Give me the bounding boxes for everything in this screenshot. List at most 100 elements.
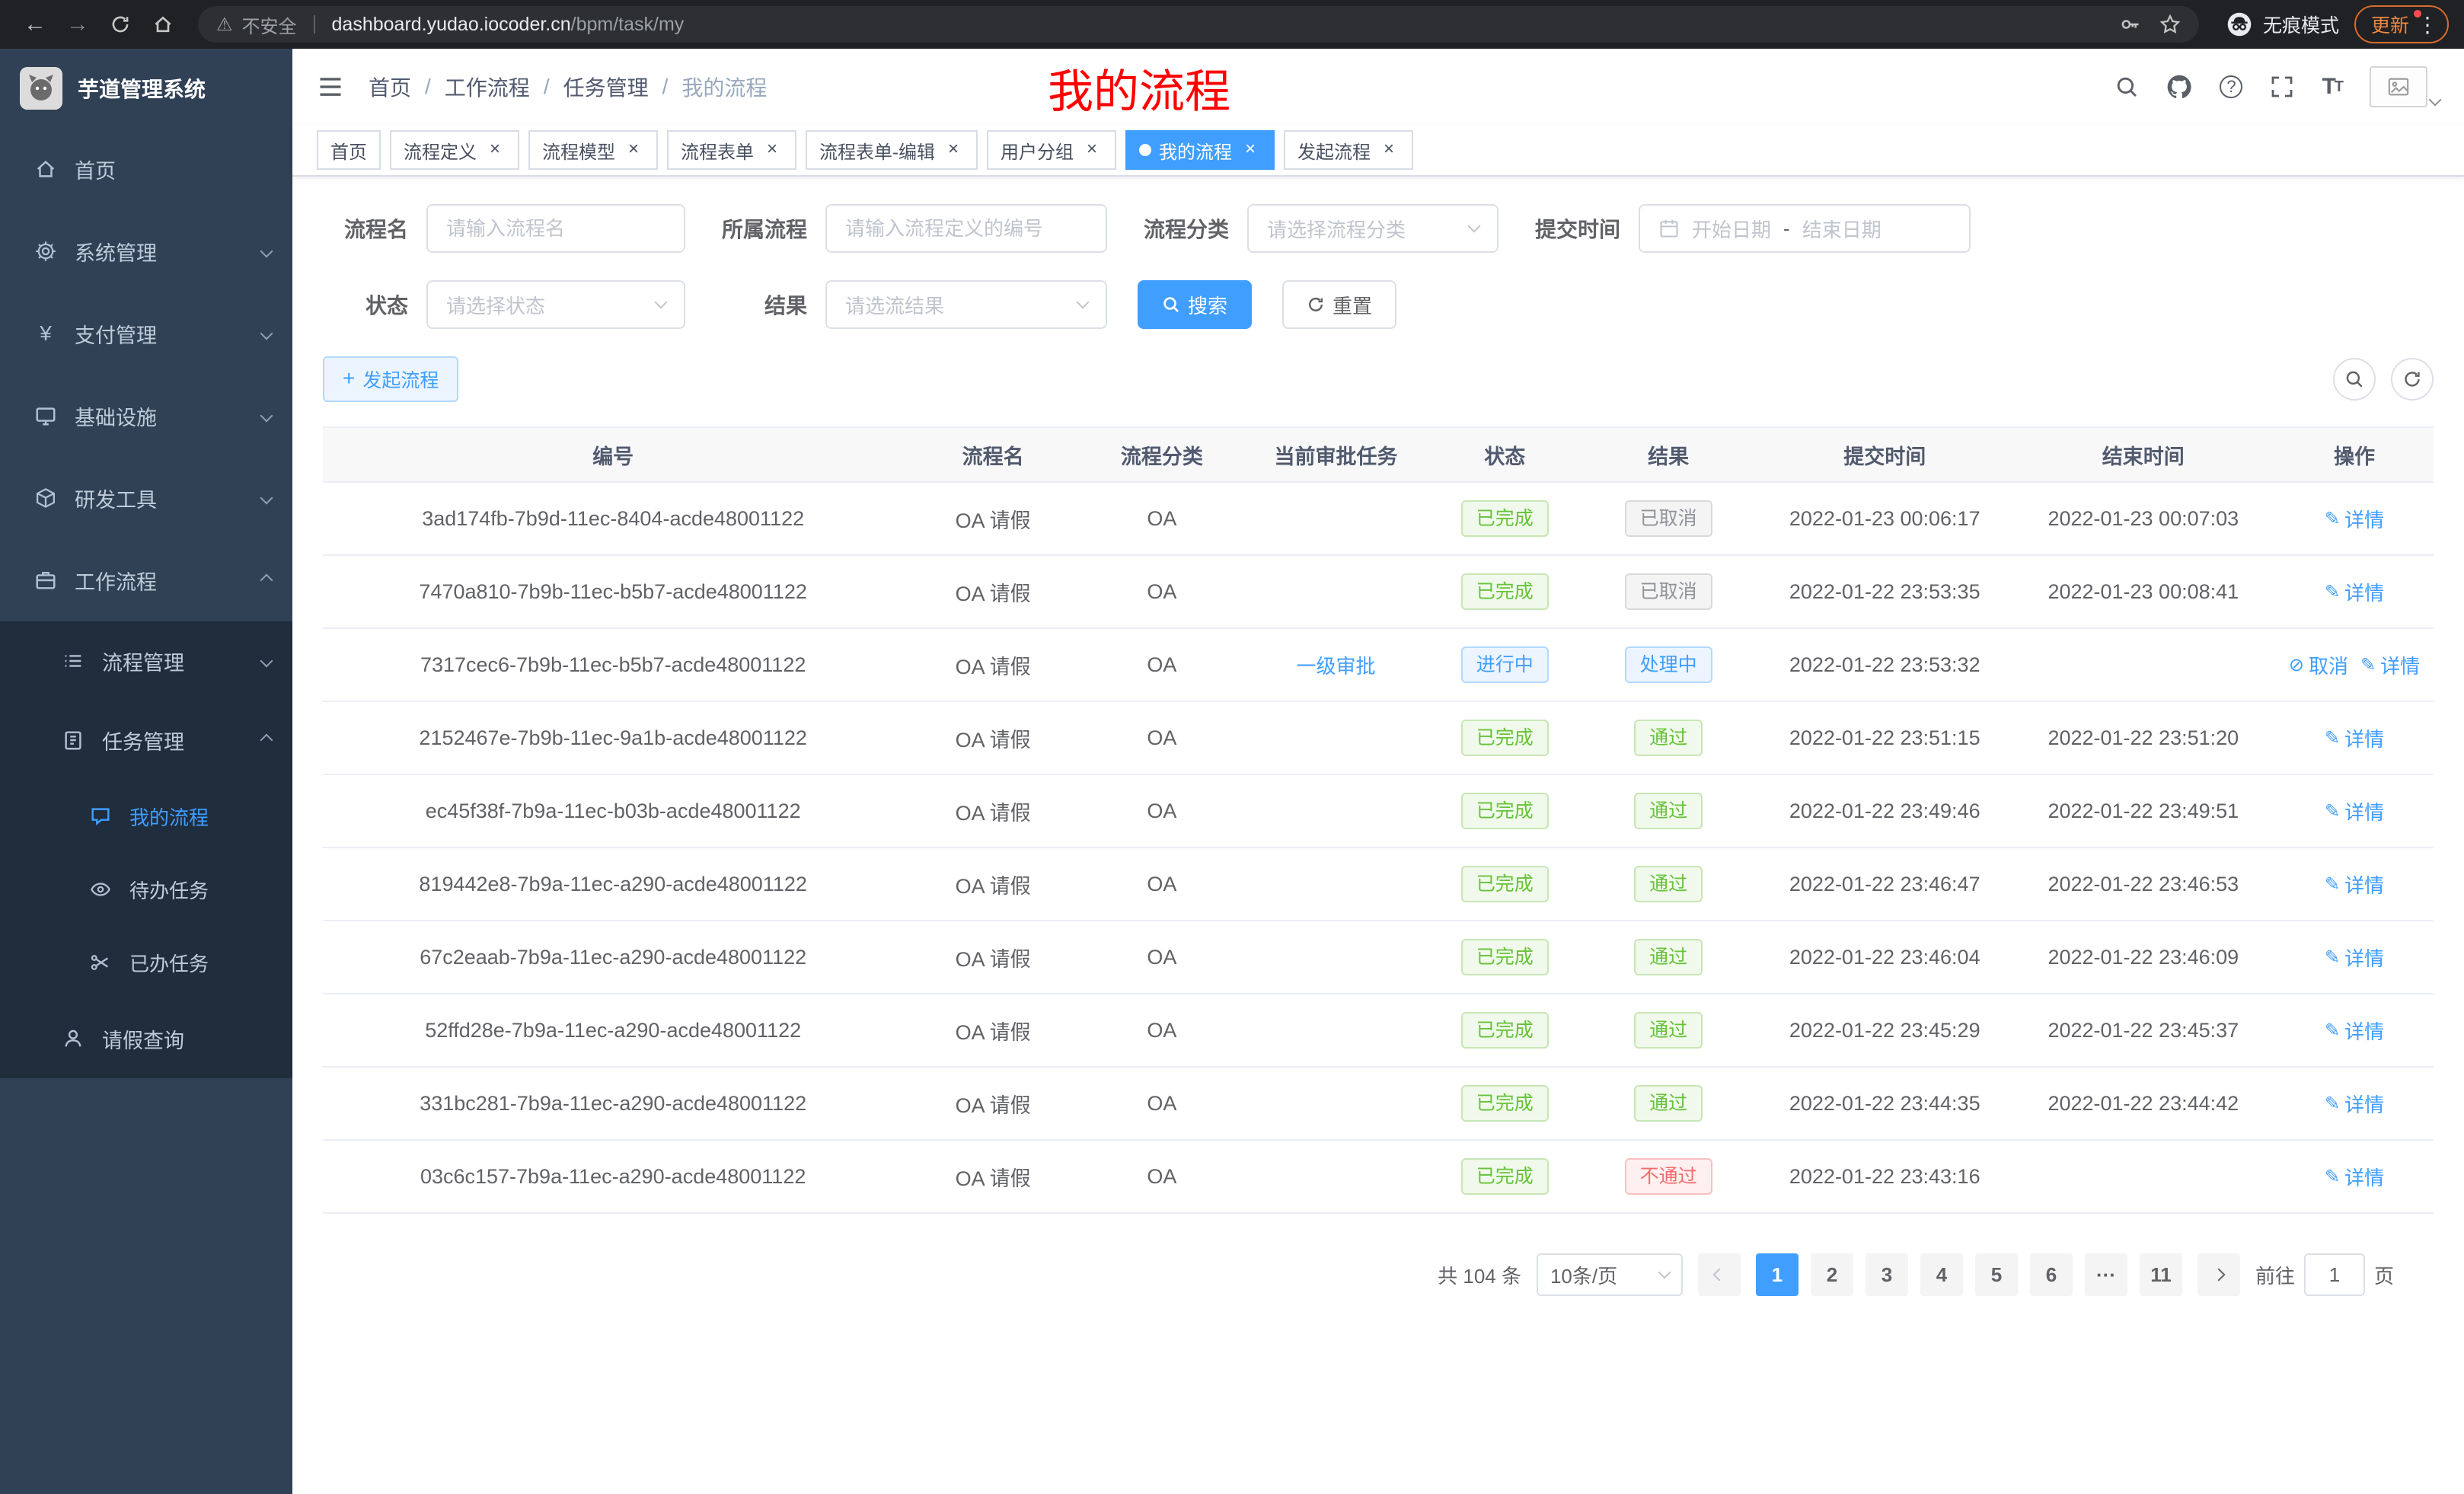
prev-page-button[interactable]: [1698, 1253, 1741, 1296]
fullscreen-icon[interactable]: [2270, 75, 2294, 99]
app-logo[interactable]: 芋道管理系统: [0, 49, 292, 128]
result-select[interactable]: 请选流结果: [825, 280, 1107, 329]
refresh-icon[interactable]: [2391, 358, 2434, 401]
result-tag: 已取消: [1625, 500, 1712, 537]
reset-button[interactable]: 重置: [1282, 280, 1396, 329]
page-button-4[interactable]: 4: [1920, 1253, 1963, 1296]
breadcrumb-item[interactable]: 首页: [369, 72, 411, 102]
table-row[interactable]: 52ffd28e-7b9a-11ec-a290-acde48001122 OA …: [323, 994, 2434, 1067]
sidebar-item-process-mgmt[interactable]: 流程管理: [0, 621, 292, 701]
status-tag: 已完成: [1461, 720, 1549, 756]
sidebar-item-devtools[interactable]: 研发工具: [0, 457, 292, 539]
show-search-icon[interactable]: [2333, 358, 2376, 401]
tab[interactable]: 流程表单 ×: [667, 130, 796, 170]
close-icon[interactable]: ×: [761, 139, 783, 161]
breadcrumb-item[interactable]: 工作流程: [445, 72, 530, 102]
sidebar-item-task-mgmt[interactable]: 任务管理: [0, 701, 292, 780]
sidebar-item-workflow[interactable]: 工作流程: [0, 539, 292, 621]
page-button-1[interactable]: 1: [1756, 1253, 1799, 1296]
detail-link[interactable]: ✎详情: [2325, 870, 2384, 899]
detail-link[interactable]: ✎详情: [2325, 1090, 2384, 1118]
page-button-2[interactable]: 2: [1811, 1253, 1853, 1296]
table-row[interactable]: 03c6c157-7b9a-11ec-a290-acde48001122 OA …: [323, 1140, 2434, 1213]
sidebar-item-home[interactable]: 首页: [0, 128, 292, 210]
table-row[interactable]: 7317cec6-7b9b-11ec-b5b7-acde48001122 OA …: [323, 628, 2434, 701]
table-row[interactable]: ec45f38f-7b9a-11ec-b03b-acde48001122 OA …: [323, 774, 2434, 848]
goto-page-input[interactable]: [2304, 1253, 2365, 1296]
address-bar[interactable]: ⚠ 不安全 dashboard.yudao.iocoder.cn/bpm/tas…: [198, 6, 2199, 43]
avatar[interactable]: [2370, 64, 2440, 110]
process-name-input[interactable]: [426, 204, 685, 253]
close-icon[interactable]: ×: [1240, 139, 1261, 161]
table-row[interactable]: 331bc281-7b9a-11ec-a290-acde48001122 OA …: [323, 1067, 2434, 1140]
tab[interactable]: 发起流程 ×: [1284, 130, 1413, 170]
key-icon[interactable]: [2120, 14, 2141, 35]
next-page-button[interactable]: [2197, 1253, 2240, 1296]
start-process-button[interactable]: + 发起流程: [323, 356, 458, 402]
bookmark-star-icon[interactable]: [2159, 14, 2181, 35]
detail-link[interactable]: ✎详情: [2360, 651, 2420, 679]
detail-link[interactable]: ✎详情: [2325, 505, 2384, 533]
sidebar-item-infrastructure[interactable]: 基础设施: [0, 375, 292, 457]
home-icon[interactable]: [143, 5, 183, 44]
tab[interactable]: 用户分组 ×: [987, 130, 1116, 170]
detail-link[interactable]: ✎详情: [2325, 1163, 2384, 1191]
edit-icon: ✎: [2360, 654, 2376, 676]
parent-process-input[interactable]: [825, 204, 1107, 253]
sidebar-item-payment[interactable]: ¥ 支付管理: [0, 292, 292, 375]
page-button-3[interactable]: 3: [1866, 1253, 1908, 1296]
list-icon: [61, 650, 85, 672]
task-link[interactable]: 一级审批: [1297, 651, 1376, 679]
search-icon[interactable]: [2115, 75, 2139, 99]
table-row[interactable]: 819442e8-7b9a-11ec-a290-acde48001122 OA …: [323, 848, 2434, 921]
page-size-select[interactable]: 10条/页: [1537, 1253, 1683, 1296]
detail-link[interactable]: ✎详情: [2325, 724, 2384, 752]
close-icon[interactable]: ×: [623, 139, 644, 161]
forward-icon[interactable]: →: [58, 5, 97, 44]
table-row[interactable]: 2152467e-7b9b-11ec-9a1b-acde48001122 OA …: [323, 701, 2434, 774]
detail-link[interactable]: ✎详情: [2325, 578, 2384, 606]
status-select[interactable]: 请选择状态: [426, 280, 685, 329]
help-icon[interactable]: ?: [2220, 75, 2242, 98]
category-select[interactable]: 请选择流程分类: [1247, 204, 1499, 253]
sidebar-item-todo-tasks[interactable]: 待办任务: [0, 853, 292, 926]
close-icon[interactable]: ×: [484, 139, 506, 161]
table-row[interactable]: 67c2eaab-7b9a-11ec-a290-acde48001122 OA …: [323, 921, 2434, 994]
cell-process-name: OA 请假: [903, 848, 1083, 921]
page-button-6[interactable]: 6: [2030, 1253, 2073, 1296]
tab[interactable]: 流程表单-编辑 ×: [806, 130, 978, 170]
detail-link[interactable]: ✎详情: [2325, 943, 2384, 972]
close-icon[interactable]: ×: [1378, 139, 1400, 161]
cancel-link[interactable]: ⊘取消: [2289, 651, 2348, 679]
sidebar-item-my-process[interactable]: 我的流程: [0, 780, 292, 853]
cell-current-task: [1241, 774, 1431, 848]
chevron-down-icon: [262, 656, 271, 666]
sidebar-item-system[interactable]: 系统管理: [0, 210, 292, 292]
update-button[interactable]: 更新 ⋮: [2354, 5, 2449, 43]
tab[interactable]: 流程模型 ×: [528, 130, 658, 170]
detail-link[interactable]: ✎详情: [2325, 797, 2384, 825]
detail-link[interactable]: ✎详情: [2325, 1017, 2384, 1045]
search-button[interactable]: 搜索: [1138, 280, 1252, 329]
font-size-icon[interactable]: TT: [2322, 74, 2342, 100]
table-row[interactable]: 7470a810-7b9b-11ec-b5b7-acde48001122 OA …: [323, 555, 2434, 628]
close-icon[interactable]: ×: [943, 139, 964, 161]
back-icon[interactable]: ←: [15, 5, 55, 44]
page-ellipsis[interactable]: ···: [2085, 1253, 2127, 1296]
tab[interactable]: 流程定义 ×: [390, 130, 519, 170]
github-icon[interactable]: [2166, 74, 2192, 100]
tab[interactable]: 首页: [317, 130, 381, 170]
sidebar-item-done-tasks[interactable]: 已办任务: [0, 926, 292, 999]
table-row[interactable]: 3ad174fb-7b9d-11ec-8404-acde48001122 OA …: [323, 482, 2434, 555]
tab[interactable]: 我的流程 ×: [1125, 130, 1275, 170]
reload-icon[interactable]: [101, 5, 140, 44]
result-tag: 通过: [1634, 1012, 1703, 1049]
sidebar-item-leave-query[interactable]: 请假查询: [0, 999, 292, 1078]
submit-time-range[interactable]: 开始日期 - 结束日期: [1639, 204, 1971, 253]
hamburger-icon[interactable]: [317, 73, 344, 101]
filter-row-2: 状态 请选择状态 结果 请选流结果 搜索 重置: [323, 280, 2434, 329]
page-button-5[interactable]: 5: [1975, 1253, 2018, 1296]
close-icon[interactable]: ×: [1081, 139, 1103, 161]
breadcrumb-item[interactable]: 任务管理: [563, 72, 649, 102]
page-button-11[interactable]: 11: [2140, 1253, 2182, 1296]
